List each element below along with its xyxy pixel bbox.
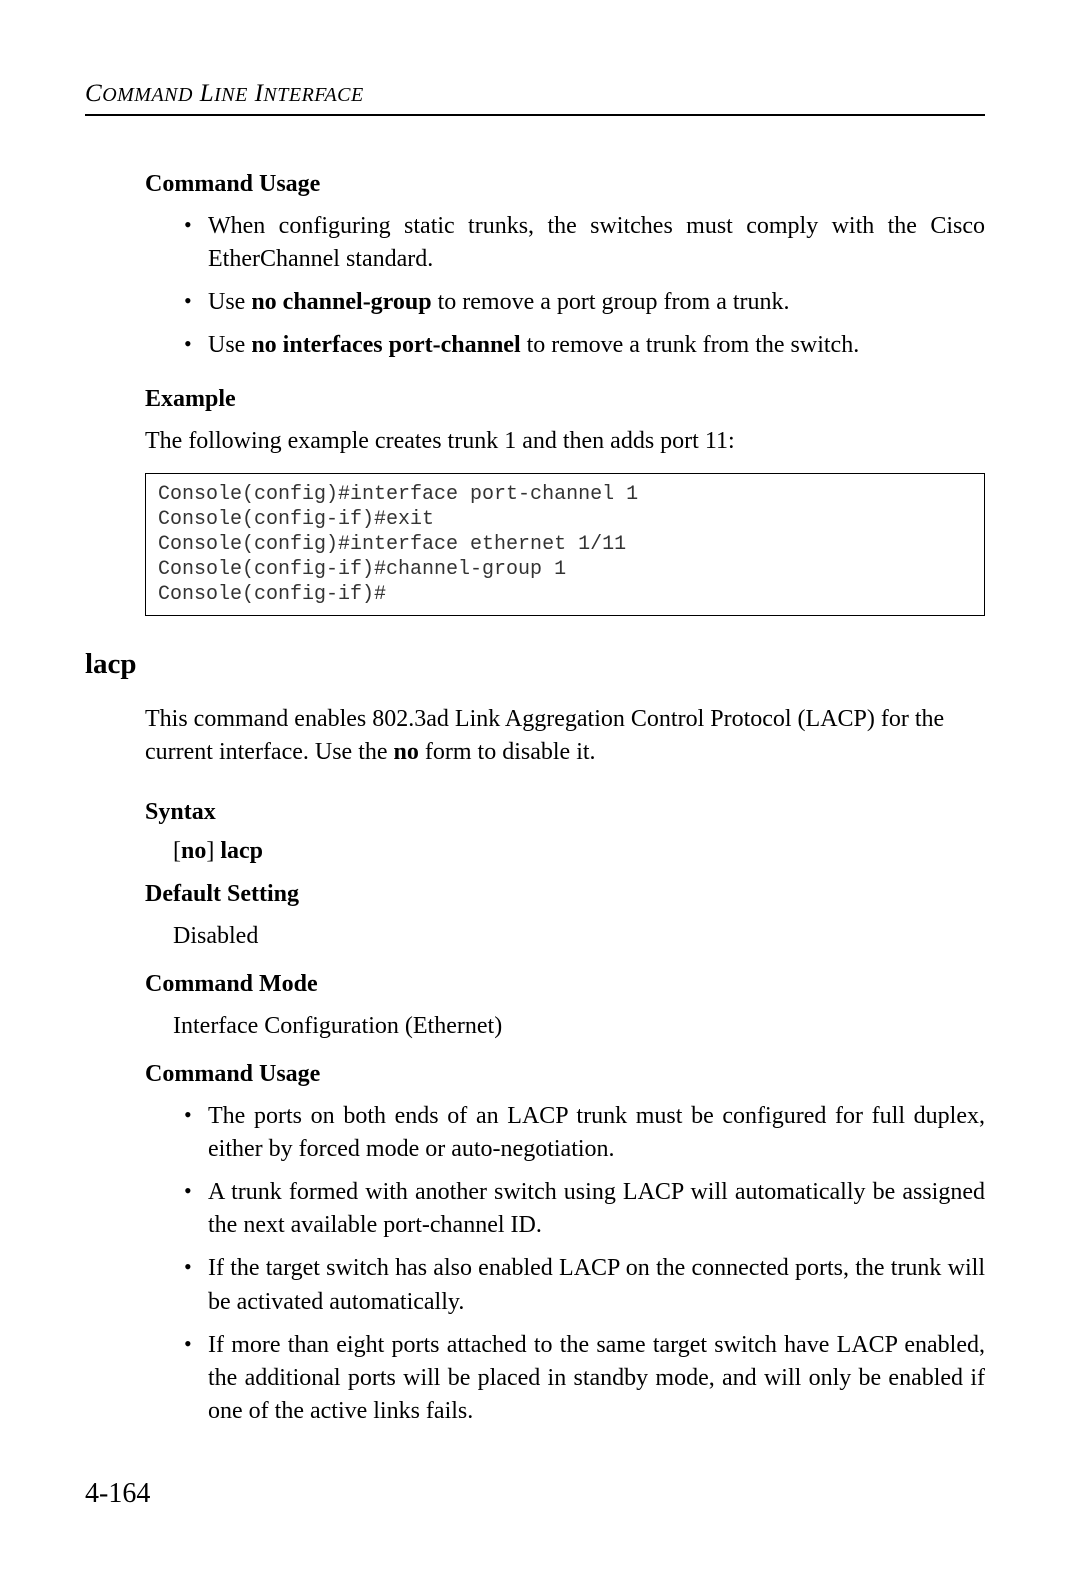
default-setting-value: Disabled bbox=[173, 920, 985, 953]
heading-lacp: lacp bbox=[85, 648, 985, 681]
bullets-command-usage-1: When configuring static trunks, the swit… bbox=[180, 210, 985, 362]
lacp-desc-suffix: form to disable it. bbox=[419, 739, 596, 765]
syntax-bracket-close: ] bbox=[206, 838, 220, 864]
heading-example: Example bbox=[145, 386, 985, 413]
heading-command-mode: Command Mode bbox=[145, 971, 985, 998]
bullet-text-prefix: Use bbox=[208, 289, 251, 315]
page-number: 4-164 bbox=[85, 1478, 150, 1510]
list-item: The ports on both ends of an LACP trunk … bbox=[180, 1100, 985, 1166]
bullet-text: If more than eight ports attached to the… bbox=[208, 1332, 985, 1424]
bullet-text-bold: no interfaces port-channel bbox=[251, 332, 520, 358]
code-example: Console(config)#interface port-channel 1… bbox=[145, 473, 985, 616]
running-header: COMMAND LINE INTERFACE bbox=[85, 80, 985, 108]
list-item: When configuring static trunks, the swit… bbox=[180, 210, 985, 276]
syntax-lacp: lacp bbox=[220, 838, 263, 864]
lacp-desc-bold: no bbox=[394, 739, 419, 765]
heading-default-setting: Default Setting bbox=[145, 881, 985, 908]
list-item: Use no channel-group to remove a port gr… bbox=[180, 286, 985, 319]
bullets-command-usage-2: The ports on both ends of an LACP trunk … bbox=[180, 1100, 985, 1428]
list-item: If more than eight ports attached to the… bbox=[180, 1329, 985, 1428]
list-item: If the target switch has also enabled LA… bbox=[180, 1252, 985, 1318]
heading-syntax: Syntax bbox=[145, 799, 985, 826]
header-rule bbox=[85, 114, 985, 116]
lacp-description: This command enables 802.3ad Link Aggreg… bbox=[145, 703, 985, 769]
syntax-no: no bbox=[181, 838, 206, 864]
bullet-text-suffix: to remove a port group from a trunk. bbox=[432, 289, 790, 315]
running-header-text: COMMAND LINE INTERFACE bbox=[85, 80, 364, 107]
bullet-text: When configuring static trunks, the swit… bbox=[208, 213, 985, 272]
syntax-line: [no] lacp bbox=[173, 838, 985, 865]
heading-command-usage-2: Command Usage bbox=[145, 1061, 985, 1088]
bullet-text: If the target switch has also enabled LA… bbox=[208, 1255, 985, 1314]
bullet-text: The ports on both ends of an LACP trunk … bbox=[208, 1103, 985, 1162]
bullet-text-prefix: Use bbox=[208, 332, 251, 358]
heading-command-usage-1: Command Usage bbox=[145, 171, 985, 198]
list-item: A trunk formed with another switch using… bbox=[180, 1176, 985, 1242]
list-item: Use no interfaces port-channel to remove… bbox=[180, 329, 985, 362]
example-intro: The following example creates trunk 1 an… bbox=[145, 425, 985, 458]
bullet-text-suffix: to remove a trunk from the switch. bbox=[521, 332, 860, 358]
bullet-text-bold: no channel-group bbox=[251, 289, 431, 315]
command-mode-value: Interface Configuration (Ethernet) bbox=[173, 1010, 985, 1043]
bullet-text: A trunk formed with another switch using… bbox=[208, 1179, 985, 1238]
syntax-bracket-open: [ bbox=[173, 838, 181, 864]
